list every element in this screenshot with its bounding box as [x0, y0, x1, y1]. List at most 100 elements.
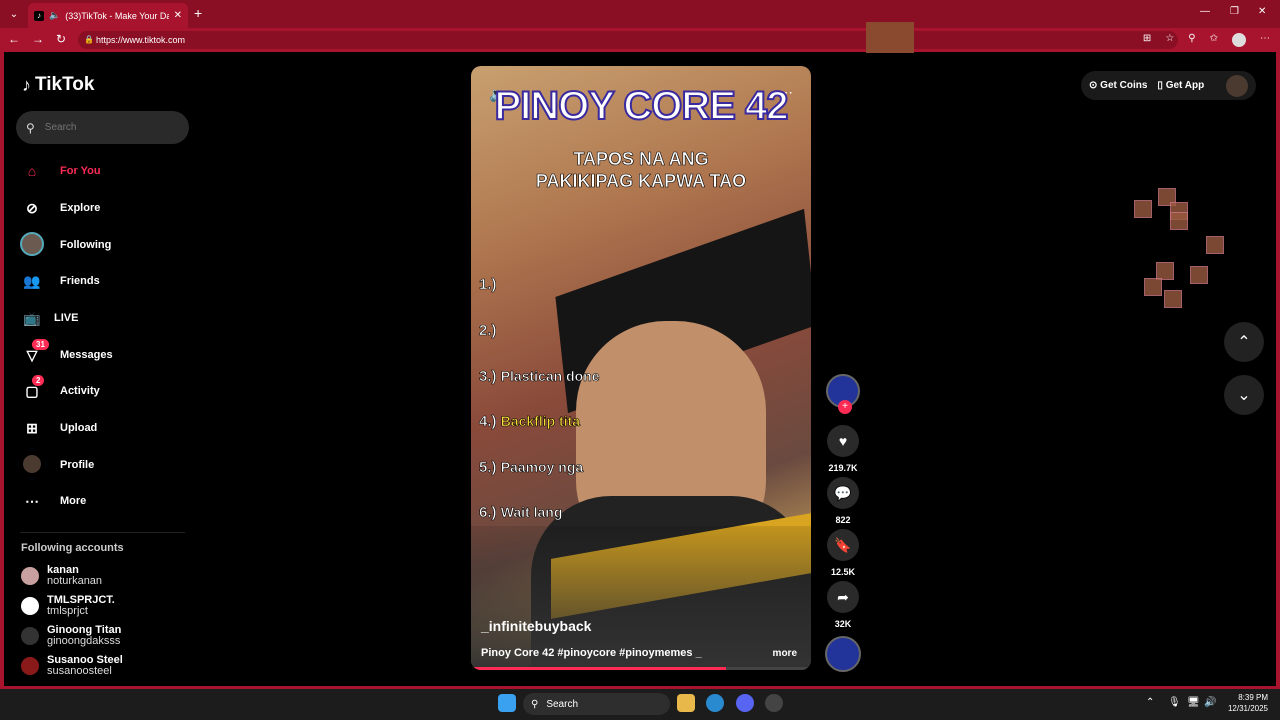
- video-progress-bar[interactable]: [471, 667, 811, 670]
- sidebar-item-upload[interactable]: ⊞ Upload: [20, 416, 97, 440]
- tab-title: (33)TikTok - Make Your Day: [65, 10, 169, 21]
- taskbar-search[interactable]: ⚲ Search: [523, 693, 670, 715]
- more-link[interactable]: more: [773, 648, 797, 659]
- new-tab-button[interactable]: +: [194, 5, 202, 21]
- following-avatar-image: [20, 231, 44, 256]
- address-input[interactable]: 🔒 https://www.tiktok.com: [78, 31, 1178, 49]
- tiktok-logo[interactable]: ♪ TikTok: [22, 74, 94, 96]
- sidebar-item-explore[interactable]: ⊘ Explore: [20, 196, 100, 220]
- sidebar-item-friends[interactable]: 👥 Friends: [20, 269, 100, 293]
- like-button[interactable]: ♥ 219.7K: [825, 425, 861, 473]
- live-icon: 📺: [23, 309, 41, 326]
- get-app-button[interactable]: ▯ Get App: [1157, 80, 1204, 91]
- list-text: Backflip tita: [500, 413, 581, 430]
- subtitle-line-1: TAPOS NA ANG: [573, 149, 709, 170]
- sidebar-item-more[interactable]: ⋯ More: [20, 489, 86, 513]
- discord-icon[interactable]: [736, 694, 754, 712]
- sidebar-item-following[interactable]: Following: [20, 231, 112, 259]
- file-explorer-icon[interactable]: [677, 694, 695, 712]
- heart-icon[interactable]: ♥: [827, 425, 859, 457]
- search-box[interactable]: ⚲: [16, 111, 189, 144]
- share-icon[interactable]: ➦: [827, 581, 859, 613]
- browser-profile-avatar[interactable]: [1232, 33, 1246, 47]
- save-button[interactable]: 🔖 12.5K: [825, 529, 861, 577]
- app-install-icon[interactable]: ⊞: [1143, 33, 1151, 47]
- account-handle: ginoongdaksss: [47, 635, 121, 647]
- share-button[interactable]: ➦ 32K: [825, 581, 861, 629]
- list-item: 2.): [479, 322, 497, 340]
- phone-icon: ▯: [1157, 80, 1163, 91]
- sidebar-item-profile[interactable]: Profile: [20, 453, 94, 477]
- account-handle: susanoosteel: [47, 665, 112, 677]
- extensions-icon[interactable]: ⚲: [1188, 33, 1195, 47]
- reload-button[interactable]: ↻: [56, 32, 66, 46]
- collections-icon[interactable]: ✩: [1210, 33, 1218, 47]
- messages-icon: ▽ 31: [20, 338, 49, 364]
- previous-video-button[interactable]: ⌃: [1224, 322, 1264, 362]
- sidebar-item-for-you[interactable]: ⌂ For You: [20, 159, 101, 183]
- browser-menu-icon[interactable]: ⋯: [1260, 33, 1270, 47]
- edge-icon[interactable]: [706, 694, 724, 712]
- forward-button[interactable]: →: [32, 32, 44, 46]
- close-tab-icon[interactable]: ✕: [174, 10, 182, 21]
- clock-time: 8:39 PM: [1238, 693, 1268, 702]
- search-icon: ⚲: [531, 698, 539, 710]
- windows-start-icon[interactable]: [498, 694, 516, 712]
- tab-list-icon[interactable]: ⌄: [6, 6, 22, 22]
- following-avatar: [20, 231, 44, 259]
- back-button[interactable]: ←: [8, 32, 20, 46]
- sidebar-item-label: Following: [60, 239, 112, 251]
- like-count: 219.7K: [828, 463, 858, 473]
- search-input[interactable]: [44, 122, 165, 133]
- following-account[interactable]: kanan noturkanan: [21, 565, 102, 587]
- following-account[interactable]: TMLSPRJCT. tmlsprjct: [21, 595, 115, 617]
- following-account[interactable]: Ginoong Titan ginoongdaksss: [21, 625, 121, 647]
- coin-icon: ⊙: [1089, 80, 1098, 91]
- volume-tray-icon[interactable]: 🔊: [1204, 697, 1216, 708]
- microphone-icon[interactable]: 🎙: [1168, 697, 1181, 708]
- sidebar-item-activity[interactable]: ▢ 2 Activity: [20, 374, 100, 403]
- next-video-button[interactable]: ⌄: [1224, 375, 1264, 415]
- list-number: 1.): [479, 276, 497, 294]
- tiktok-note-icon: ♪: [22, 74, 31, 95]
- comment-icon[interactable]: 💬: [827, 477, 859, 509]
- list-item: 5.) Paamoy nga: [479, 459, 584, 477]
- top-right-bar: ⊙ Get Coins ▯ Get App: [1081, 71, 1256, 100]
- list-number: 2.): [479, 322, 497, 340]
- logo-text: TikTok: [35, 74, 95, 95]
- sound-disc[interactable]: [825, 636, 861, 672]
- get-app-label: Get App: [1165, 80, 1205, 91]
- follow-plus-icon[interactable]: +: [838, 400, 852, 414]
- video-overlay-title: PINOY CORE 42: [493, 83, 789, 129]
- avatar: [21, 627, 39, 645]
- bookmark-icon[interactable]: 🔖: [827, 529, 859, 561]
- video-author[interactable]: _infinitebuyback: [481, 618, 591, 634]
- speaker-icon[interactable]: 🔈: [49, 10, 60, 21]
- sidebar-item-label: Friends: [60, 275, 100, 287]
- close-window-button[interactable]: ✕: [1258, 6, 1266, 17]
- search-icon: ⚲: [26, 120, 35, 135]
- following-account[interactable]: Susanoo Steel susanoosteel: [21, 655, 123, 677]
- avatar: [21, 597, 39, 615]
- browser-tab[interactable]: ♪ 🔈 (33)TikTok - Make Your Day ✕: [28, 3, 188, 28]
- favorite-star-icon[interactable]: ☆: [1165, 33, 1174, 47]
- video-overlay-subtitle: TAPOS NA ANG PAKIKIPAG KAPWA TAO: [471, 148, 811, 192]
- steam-icon[interactable]: [765, 694, 783, 712]
- creator-avatar[interactable]: +: [826, 374, 860, 414]
- avatar[interactable]: [1226, 74, 1248, 97]
- creator-avatar-button[interactable]: +: [825, 374, 861, 414]
- network-icon[interactable]: 🖥: [1187, 697, 1200, 708]
- sidebar-item-messages[interactable]: ▽ 31 Messages: [20, 338, 113, 367]
- lock-icon[interactable]: 🔒: [84, 31, 94, 49]
- sidebar-item-live[interactable]: 📺 LIVE: [20, 306, 78, 330]
- sound-avatar-button[interactable]: [825, 636, 861, 672]
- subtitle-line-2: PAKIKIPAG KAPWA TAO: [535, 171, 747, 192]
- comment-button[interactable]: 💬 822: [825, 477, 861, 525]
- tray-overflow-icon[interactable]: ⌃: [1146, 697, 1154, 708]
- share-count: 32K: [834, 619, 852, 629]
- get-coins-button[interactable]: ⊙ Get Coins: [1089, 80, 1147, 91]
- video-player[interactable]: 🔈 ⋯ PINOY CORE 42 TAPOS NA ANG PAKIKIPAG…: [471, 66, 811, 670]
- minimize-button[interactable]: —: [1200, 6, 1210, 17]
- clock[interactable]: 8:39 PM 12/31/2025: [1228, 692, 1268, 714]
- restore-button[interactable]: ❐: [1230, 6, 1239, 17]
